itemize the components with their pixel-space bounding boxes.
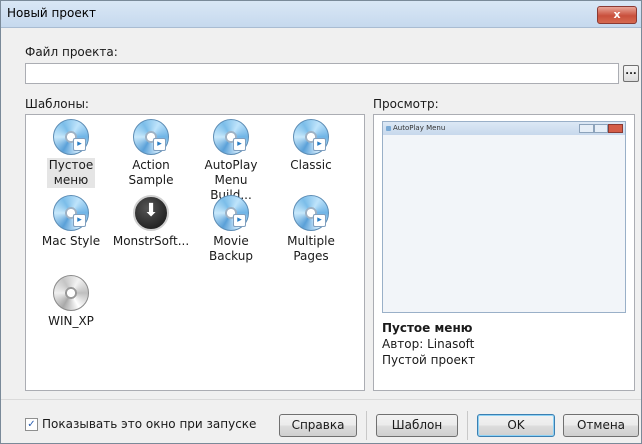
show-on-start-label[interactable]: Показывать это окно при запуске [42,417,256,431]
template-item-mac-style[interactable]: ▸ Mac Style [30,195,112,249]
project-file-input[interactable] [25,63,619,84]
template-label: Movie Backup [209,234,253,263]
dialog-title: Новый проект [7,6,96,20]
template-item-win-xp[interactable]: WIN_XP [30,275,112,329]
template-item-classic[interactable]: ▸ Classic [270,119,352,173]
template-item-autoplay-menu-builder[interactable]: ▸ AutoPlayMenu Build... [190,119,272,203]
project-file-label: Файл проекта: [25,45,118,59]
cd-icon: ▸ [133,119,169,155]
browse-button[interactable]: ... [623,65,639,82]
grey-cd-icon [53,275,89,311]
template-item-action-sample[interactable]: ▸ Action Sample [110,119,192,188]
template-label: Mac Style [41,234,101,248]
preview-label: Просмотр: [373,97,439,111]
download-icon: ⬇ [133,195,169,231]
template-label: Classic [290,158,332,172]
template-label: Пустое меню [46,158,96,188]
preview-thumbnail: AutoPlay Menu [382,121,626,313]
cd-icon: ▸ [213,195,249,231]
preview-panel: AutoPlay Menu Пустое меню Автор: Linasof… [373,114,635,391]
templates-list[interactable]: ▸ Пустое меню ▸ Action Sample ▸ AutoPlay Me… [25,114,365,391]
preview-description: Пустой проект [382,353,476,367]
cancel-button[interactable]: Отмена [563,414,639,437]
show-on-start-checkbox[interactable]: ✓ [25,418,38,431]
template-label: MonstrSoft... [112,234,190,248]
template-label: Multiple Pages [287,234,335,263]
ok-button[interactable]: OK [477,414,555,437]
cd-icon: ▸ [53,119,89,155]
title-bar[interactable]: Новый проект x [1,1,641,28]
template-label: Action Sample [128,158,174,187]
preview-window-controls [579,124,624,133]
footer-separator [467,411,468,440]
new-project-dialog: Новый проект x Файл проекта: ... Шаблоны… [0,0,642,444]
preview-template-name: Пустое меню [382,321,473,335]
help-button[interactable]: Справка [279,414,357,437]
template-item-movie-backup[interactable]: ▸ Movie Backup [190,195,272,264]
close-button[interactable]: x [597,6,637,24]
templates-label: Шаблоны: [25,97,89,111]
footer-separator [366,411,367,440]
cd-icon: ▸ [293,119,329,155]
cd-icon: ▸ [293,195,329,231]
template-item-multiple-pages[interactable]: ▸ Multiple Pages [270,195,352,264]
template-item-monstrsoft[interactable]: ⬇ MonstrSoft... [110,195,192,249]
cd-icon: ▸ [213,119,249,155]
preview-author: Автор: Linasoft [382,337,475,351]
template-button[interactable]: Шаблон [376,414,458,437]
template-label: WIN_XP [48,314,94,328]
cd-icon: ▸ [53,195,89,231]
footer-divider [1,399,641,400]
template-item-empty-menu[interactable]: ▸ Пустое меню [30,119,112,188]
